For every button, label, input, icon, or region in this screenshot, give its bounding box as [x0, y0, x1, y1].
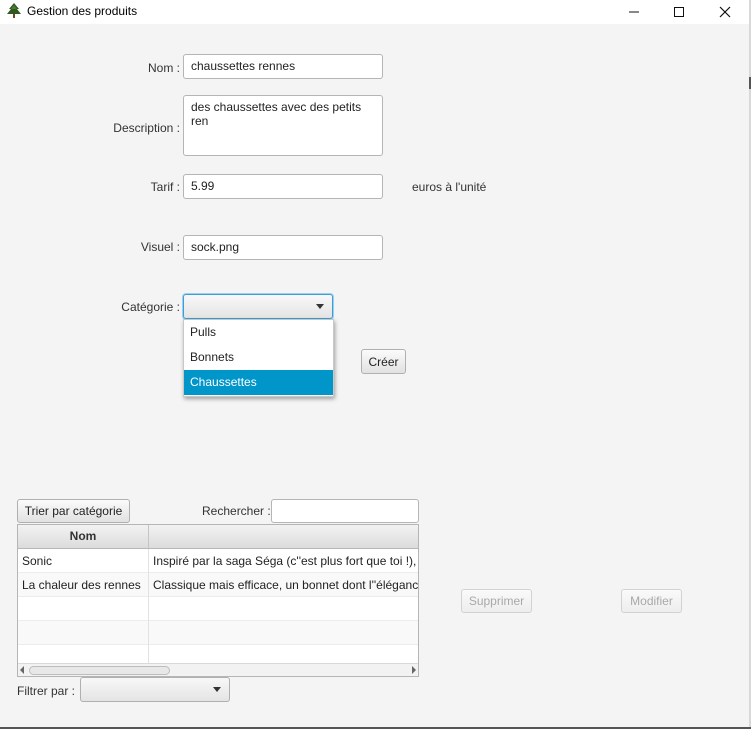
sort-by-category-button[interactable]: Trier par catégorie — [17, 499, 130, 523]
close-icon — [719, 6, 731, 18]
maximize-icon — [674, 7, 684, 17]
table-cell: La chaleur des rennes — [18, 573, 149, 597]
table-row[interactable]: Sonic Inspiré par la saga Séga (c''est p… — [18, 549, 418, 573]
table-header: Nom — [18, 525, 418, 549]
table-cell: Inspiré par la saga Séga (c''est plus fo… — [153, 554, 418, 568]
close-button[interactable] — [702, 0, 748, 24]
table-cell: Classique mais efficace, un bonnet dont … — [153, 578, 418, 592]
table-cell — [18, 597, 149, 621]
maximize-button[interactable] — [656, 0, 702, 24]
description-field[interactable]: des chaussettes avec des petits ren — [183, 95, 383, 156]
window-title: Gestion des produits — [27, 4, 138, 18]
table-row-empty — [18, 597, 418, 621]
modify-button[interactable]: Modifier — [621, 589, 682, 613]
visuel-field[interactable]: sock.png — [183, 235, 383, 260]
scrollbar-thumb[interactable] — [29, 666, 170, 675]
table-cell: Sonic — [18, 549, 149, 573]
horizontal-scrollbar[interactable] — [18, 663, 418, 676]
scroll-right-icon[interactable] — [412, 666, 416, 674]
nom-label: Nom : — [147, 61, 180, 75]
products-table[interactable]: Nom Sonic Inspiré par la saga Séga (c''e… — [17, 524, 419, 677]
visuel-label: Visuel : — [140, 240, 180, 254]
dropdown-option-pulls[interactable]: Pulls — [184, 320, 333, 345]
tarif-field[interactable]: 5.99 — [183, 174, 383, 199]
categorie-dropdown-list: Pulls Bonnets Chaussettes — [183, 319, 334, 397]
column-header-description[interactable] — [149, 525, 418, 548]
description-label: Description : — [113, 121, 180, 135]
tree-icon — [7, 3, 21, 18]
nom-field[interactable]: chaussettes rennes — [183, 54, 383, 79]
tarif-unit-label: euros à l'unité — [412, 180, 487, 194]
search-input[interactable] — [271, 499, 419, 523]
categorie-label: Catégorie : — [121, 300, 180, 314]
filter-label: Filtrer par : — [17, 684, 76, 698]
delete-button[interactable]: Supprimer — [461, 589, 532, 613]
column-header-nom[interactable]: Nom — [18, 525, 149, 548]
chevron-down-icon — [213, 687, 221, 692]
table-row-empty — [18, 621, 418, 645]
scroll-left-icon[interactable] — [20, 666, 24, 674]
minimize-button[interactable] — [611, 0, 657, 24]
dropdown-option-chaussettes[interactable]: Chaussettes — [184, 370, 333, 395]
table-cell — [18, 621, 149, 645]
minimize-icon — [629, 11, 639, 13]
create-button[interactable]: Créer — [361, 349, 406, 374]
filter-dropdown[interactable] — [80, 677, 230, 702]
table-row[interactable]: La chaleur des rennes Classique mais eff… — [18, 573, 418, 597]
chevron-down-icon — [316, 304, 324, 309]
categorie-dropdown[interactable] — [183, 294, 333, 319]
tarif-label: Tarif : — [150, 180, 180, 194]
dropdown-option-bonnets[interactable]: Bonnets — [184, 345, 333, 370]
search-label: Rechercher : — [202, 504, 271, 518]
title-bar: Gestion des produits — [0, 0, 749, 24]
